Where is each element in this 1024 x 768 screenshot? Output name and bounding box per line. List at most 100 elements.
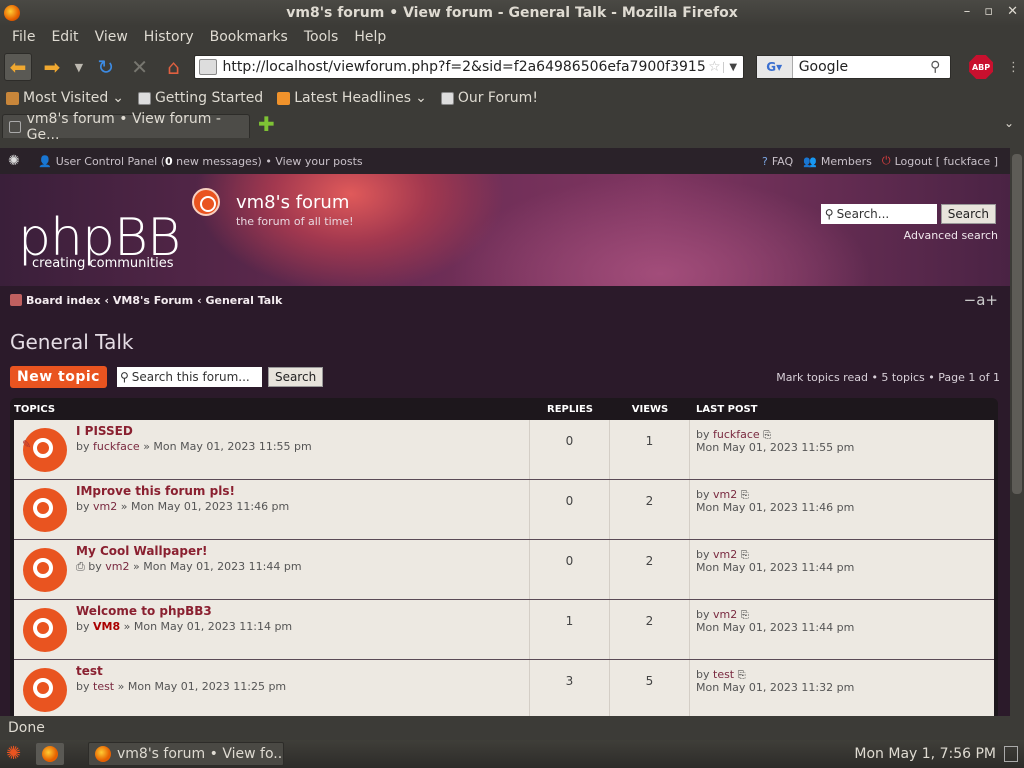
goto-last-post-icon[interactable]: ⎘	[741, 550, 749, 561]
topic-icon-cell	[14, 480, 76, 539]
back-button[interactable]: ⬅	[4, 53, 32, 81]
views-count: 2	[610, 540, 690, 599]
stop-button[interactable]: ✕	[126, 53, 154, 81]
adblock-plus-icon[interactable]: ABP	[969, 55, 993, 79]
goto-last-post-icon[interactable]: ⎘	[738, 670, 746, 681]
faq-link[interactable]: FAQ	[772, 155, 793, 168]
forum-search-button[interactable]: Search	[267, 367, 324, 387]
breadcrumb-vm8-forum[interactable]: ‹ VM8's Forum	[105, 294, 194, 307]
members-link[interactable]: Members	[821, 155, 872, 168]
clock[interactable]: Mon May 1, 7:56 PM	[854, 746, 996, 762]
goto-last-post-icon[interactable]: ⎘	[741, 490, 749, 501]
ucp-link[interactable]: User Control Panel (0 new messages) • Vi…	[56, 155, 363, 168]
topic-title[interactable]: Welcome to phpBB3	[76, 604, 529, 618]
topic-title[interactable]: My Cool Wallpaper!	[76, 544, 529, 558]
page-title[interactable]: General Talk	[10, 314, 1000, 364]
vertical-scrollbar[interactable]	[1010, 148, 1024, 716]
tab-forum[interactable]: vm8's forum • View forum - Ge...	[2, 111, 250, 143]
views-count: 1	[610, 420, 690, 479]
search-placeholder: Search this forum...	[131, 370, 250, 384]
url-text[interactable]: http://localhost/viewforum.php?f=2&sid=f…	[223, 59, 707, 75]
toolbar-overflow-icon[interactable]: ⋮	[1007, 60, 1020, 75]
history-dropdown-icon[interactable]: ▼	[72, 61, 86, 74]
topic-title[interactable]: test	[76, 664, 529, 678]
search-input[interactable]: Google	[793, 59, 930, 75]
bookmark-star-icon[interactable]: ☆	[706, 59, 723, 75]
url-dropdown-icon[interactable]: ▼	[722, 61, 743, 73]
menu-bookmarks[interactable]: Bookmarks	[202, 29, 296, 45]
firefox-launcher[interactable]	[36, 743, 64, 765]
header-topics: Topics	[14, 403, 56, 415]
logout-icon: ⏻	[881, 154, 891, 167]
menu-file[interactable]: File	[4, 29, 43, 45]
topic-author[interactable]: fuckface	[93, 440, 140, 453]
bookmark-our-forum[interactable]: Our Forum!	[440, 90, 538, 106]
search-placeholder: Search...	[836, 207, 890, 221]
site-identity-icon[interactable]	[198, 59, 217, 75]
home-button[interactable]: ⌂	[160, 53, 188, 81]
minimize-button[interactable]: –	[964, 4, 971, 19]
reload-button[interactable]: ↻	[92, 53, 120, 81]
pagination[interactable]: Mark topics read • 5 topics • Page 1 of …	[776, 371, 1000, 384]
maximize-button[interactable]: ▫	[984, 4, 993, 19]
views-count: 2	[610, 480, 690, 539]
trash-icon[interactable]	[1004, 746, 1018, 762]
bookmark-latest-headlines[interactable]: Latest Headlines ⌄	[277, 90, 427, 106]
breadcrumb-board-index[interactable]: Board index	[26, 294, 101, 307]
header-last-post: Last post	[696, 403, 758, 415]
by-label: by	[696, 548, 713, 561]
menu-tools[interactable]: Tools	[296, 29, 347, 45]
topic-author[interactable]: test	[93, 680, 114, 693]
new-tab-button[interactable]: ✚	[258, 112, 275, 136]
menu-bar: File Edit View History Bookmarks Tools H…	[0, 26, 1024, 48]
navigation-toolbar: ⬅ ➡ ▼ ↻ ✕ ⌂ http://localhost/viewforum.p…	[0, 48, 1024, 86]
breadcrumb-general-talk[interactable]: ‹ General Talk	[197, 294, 282, 307]
topic-author[interactable]: VM8	[93, 620, 120, 633]
topic-title[interactable]: I PISSED	[76, 424, 529, 438]
menu-help[interactable]: Help	[346, 29, 394, 45]
last-post-author[interactable]: vm2	[713, 608, 737, 621]
advanced-search-link[interactable]: Advanced search	[904, 229, 998, 242]
google-engine-icon[interactable]: G▾	[756, 56, 793, 78]
menu-view[interactable]: View	[87, 29, 136, 45]
new-topic-button[interactable]: New topic	[10, 366, 107, 388]
table-row: test by test » Mon May 01, 2023 11:25 pm…	[14, 660, 994, 716]
header-search-input[interactable]: ⚲ Search...	[820, 204, 937, 224]
last-post-author[interactable]: vm2	[713, 488, 737, 501]
forum-main: General Talk New topic ⚲ Search this foru…	[0, 314, 1010, 716]
close-button[interactable]: ✕	[1007, 4, 1018, 19]
topic-date: » Mon May 01, 2023 11:46 pm	[117, 500, 290, 513]
topic-author[interactable]: vm2	[93, 500, 117, 513]
logout-link[interactable]: Logout [ fuckface ]	[895, 155, 998, 168]
topic-read-icon	[23, 607, 67, 652]
by-label: by	[696, 428, 713, 441]
topic-author[interactable]: vm2	[105, 560, 129, 573]
last-post-author[interactable]: test	[713, 668, 734, 681]
font-size-toggle[interactable]: −a+	[964, 291, 998, 309]
url-bar[interactable]: http://localhost/viewforum.php?f=2&sid=f…	[193, 55, 744, 79]
taskbar-window-button[interactable]: vm8's forum • View fo...	[88, 742, 284, 766]
bookmark-most-visited[interactable]: Most Visited ⌄	[6, 90, 124, 106]
last-post-date: Mon May 01, 2023 11:44 pm	[696, 561, 855, 574]
last-post-author[interactable]: vm2	[713, 548, 737, 561]
search-bar[interactable]: G▾ Google ⚲	[755, 55, 952, 79]
chevron-down-icon: ⌄	[112, 90, 124, 106]
menu-history[interactable]: History	[136, 29, 202, 45]
forward-button[interactable]: ➡	[38, 53, 66, 81]
scrollbar-thumb[interactable]	[1012, 154, 1022, 494]
search-icon[interactable]: ⚲	[930, 59, 950, 75]
tab-list-icon[interactable]: ⌄	[1004, 116, 1014, 130]
goto-last-post-icon[interactable]: ⎘	[741, 610, 749, 621]
header-search-button[interactable]: Search	[940, 204, 996, 224]
topic-title[interactable]: IMprove this forum pls!	[76, 484, 529, 498]
goto-last-post-icon[interactable]: ⎘	[763, 430, 771, 441]
menu-edit[interactable]: Edit	[43, 29, 86, 45]
firefox-icon	[95, 746, 111, 762]
ubuntu-menu-icon[interactable]: ✺	[6, 743, 28, 765]
firefox-icon	[42, 746, 58, 762]
bookmark-getting-started[interactable]: Getting Started	[137, 90, 263, 106]
last-post: by test ⎘ Mon May 01, 2023 11:32 pm	[690, 660, 854, 716]
page-icon	[9, 120, 21, 133]
last-post-author[interactable]: fuckface	[713, 428, 760, 441]
forum-search-input[interactable]: ⚲ Search this forum...	[116, 367, 262, 387]
